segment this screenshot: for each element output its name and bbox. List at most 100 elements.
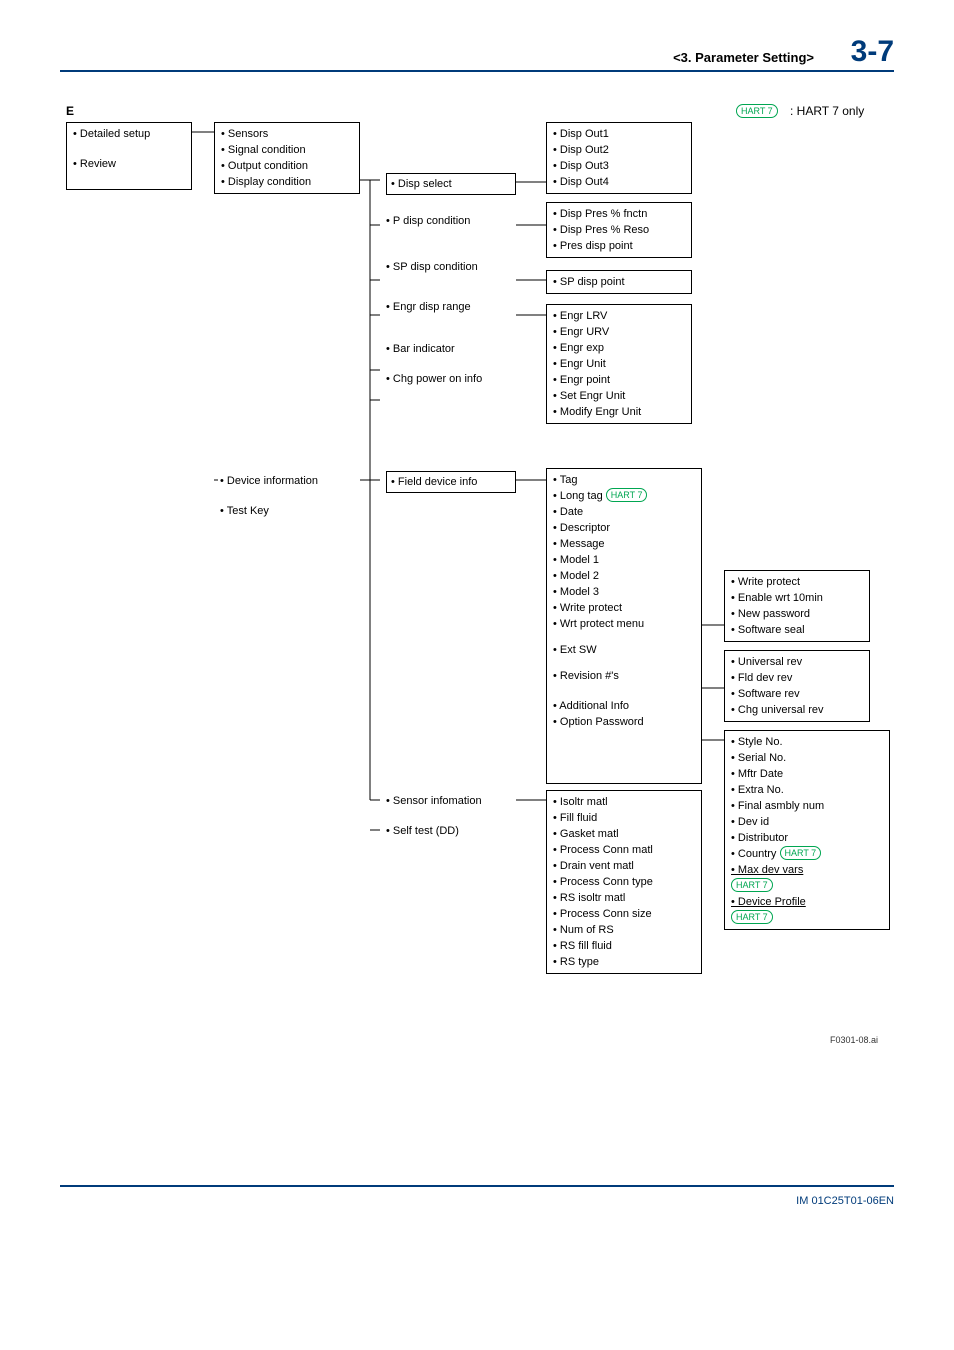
figure-id: F0301-08.ai — [830, 1035, 878, 1045]
legend-text: : HART 7 only — [790, 104, 864, 118]
section-title: <3. Parameter Setting> — [673, 50, 814, 65]
hart7-badge-icon: HART 7 — [731, 910, 773, 924]
item: • Enable wrt 10min — [731, 590, 863, 606]
item: • Engr disp range — [386, 299, 518, 315]
item: • Final asmbly num — [731, 798, 883, 814]
item: • Fld dev rev — [731, 670, 863, 686]
legend-hart7-badge: HART 7 — [736, 104, 778, 118]
item: • Revision #'s — [553, 668, 695, 684]
item: • Model 3 — [553, 584, 695, 600]
item: • RS fill fluid — [553, 938, 695, 954]
item: • Write protect — [731, 574, 863, 590]
item: • Engr exp — [553, 340, 685, 356]
item: • Device ProfileHART 7 — [731, 894, 883, 926]
col5c-box: • Style No. • Serial No. • Mftr Date • E… — [724, 730, 890, 930]
item: • Model 2 — [553, 568, 695, 584]
item: • Process Conn type — [553, 874, 695, 890]
item: • Message — [553, 536, 695, 552]
page-number: 3-7 — [851, 35, 894, 69]
col1-box: • Detailed setup • Review — [66, 122, 192, 190]
footer-manual-id: IM 01C25T01-06EN — [796, 1195, 894, 1207]
item: • Extra No. — [731, 782, 883, 798]
item: • Field device info — [386, 471, 516, 493]
item: • Sensors — [221, 126, 353, 142]
item: • Serial No. — [731, 750, 883, 766]
item: • Software seal — [731, 622, 863, 638]
item: • Ext SW — [553, 642, 695, 658]
footer-rule — [60, 1185, 894, 1187]
item: • Set Engr Unit — [553, 388, 685, 404]
item: • Detailed setup — [73, 126, 185, 142]
col2a-box: • Sensors • Signal condition • Output co… — [214, 122, 360, 194]
item: • Engr LRV — [553, 308, 685, 324]
item: • Sensor infomation — [386, 793, 518, 809]
item: • Disp Pres % Reso — [553, 222, 685, 238]
hart7-badge-icon: HART 7 — [731, 878, 773, 892]
item: • RS type — [553, 954, 695, 970]
item: • Review — [73, 156, 185, 172]
item: • Disp Out2 — [553, 142, 685, 158]
item: • Descriptor — [553, 520, 695, 536]
col3a-box: • Disp select • P disp condition • SP di… — [380, 170, 524, 446]
item: • Disp Pres % fnctn — [553, 206, 685, 222]
item: • Wrt protect menu — [553, 616, 695, 632]
item: • Disp Out1 — [553, 126, 685, 142]
item: • SP disp condition — [386, 259, 518, 275]
item: • Device information — [220, 473, 352, 489]
item: • Engr point — [553, 372, 685, 388]
item: • Engr URV — [553, 324, 685, 340]
item: • SP disp point — [553, 274, 685, 290]
diagram-label-e: E — [66, 104, 74, 118]
item: • Distributor — [731, 830, 883, 846]
hart7-badge-icon: HART 7 — [780, 846, 822, 860]
hart7-badge-icon: HART 7 — [606, 488, 648, 502]
item: • Num of RS — [553, 922, 695, 938]
col4c-box: • SP disp point — [546, 270, 692, 294]
item: • RS isoltr matl — [553, 890, 695, 906]
item: • Dev id — [731, 814, 883, 830]
item: • Chg universal rev — [731, 702, 863, 718]
col5b-box: • Universal rev • Fld dev rev • Software… — [724, 650, 870, 722]
item: • Fill fluid — [553, 810, 695, 826]
item: • Output condition — [221, 158, 353, 174]
item: • Display condition — [221, 174, 353, 190]
item: • Max dev varsHART 7 — [731, 862, 883, 894]
item: • New password — [731, 606, 863, 622]
item: • Modify Engr Unit — [553, 404, 685, 420]
item: • Country HART 7 — [731, 846, 883, 862]
item: • Additional Info — [553, 698, 695, 714]
item: • Chg power on info — [386, 371, 518, 387]
item: • Style No. — [731, 734, 883, 750]
col2b-box: • Device information • Test Key — [214, 470, 358, 526]
item: • Disp select — [386, 173, 516, 195]
item: • Bar indicator — [386, 341, 518, 357]
col5a-box: • Write protect • Enable wrt 10min • New… — [724, 570, 870, 642]
item: • Pres disp point — [553, 238, 685, 254]
col4a-box: • Disp Out1 • Disp Out2 • Disp Out3 • Di… — [546, 122, 692, 194]
item: • Self test (DD) — [386, 823, 518, 839]
col4e-box: • Tag • Long tag HART 7 • Date • Descrip… — [546, 468, 702, 784]
item: • Mftr Date — [731, 766, 883, 782]
item: • Gasket matl — [553, 826, 695, 842]
header-rule — [60, 70, 894, 72]
item: • Isoltr matl — [553, 794, 695, 810]
item: • Tag — [553, 472, 695, 488]
item: • Model 1 — [553, 552, 695, 568]
item: • Disp Out3 — [553, 158, 685, 174]
item: • Date — [553, 504, 695, 520]
item: • Option Password — [553, 714, 695, 730]
item: • Engr Unit — [553, 356, 685, 372]
col4b-box: • Disp Pres % fnctn • Disp Pres % Reso •… — [546, 202, 692, 258]
item: • Test Key — [220, 503, 352, 519]
item: • Long tag HART 7 — [553, 488, 695, 504]
item: • Write protect — [553, 600, 695, 616]
item: • Drain vent matl — [553, 858, 695, 874]
col3b-box: • Field device info • Sensor infomation … — [380, 468, 524, 842]
item: • Signal condition — [221, 142, 353, 158]
item: • Process Conn matl — [553, 842, 695, 858]
col4f-box: • Isoltr matl • Fill fluid • Gasket matl… — [546, 790, 702, 974]
item: • Software rev — [731, 686, 863, 702]
col4d-box: • Engr LRV • Engr URV • Engr exp • Engr … — [546, 304, 692, 424]
item: • Process Conn size — [553, 906, 695, 922]
item: • Universal rev — [731, 654, 863, 670]
